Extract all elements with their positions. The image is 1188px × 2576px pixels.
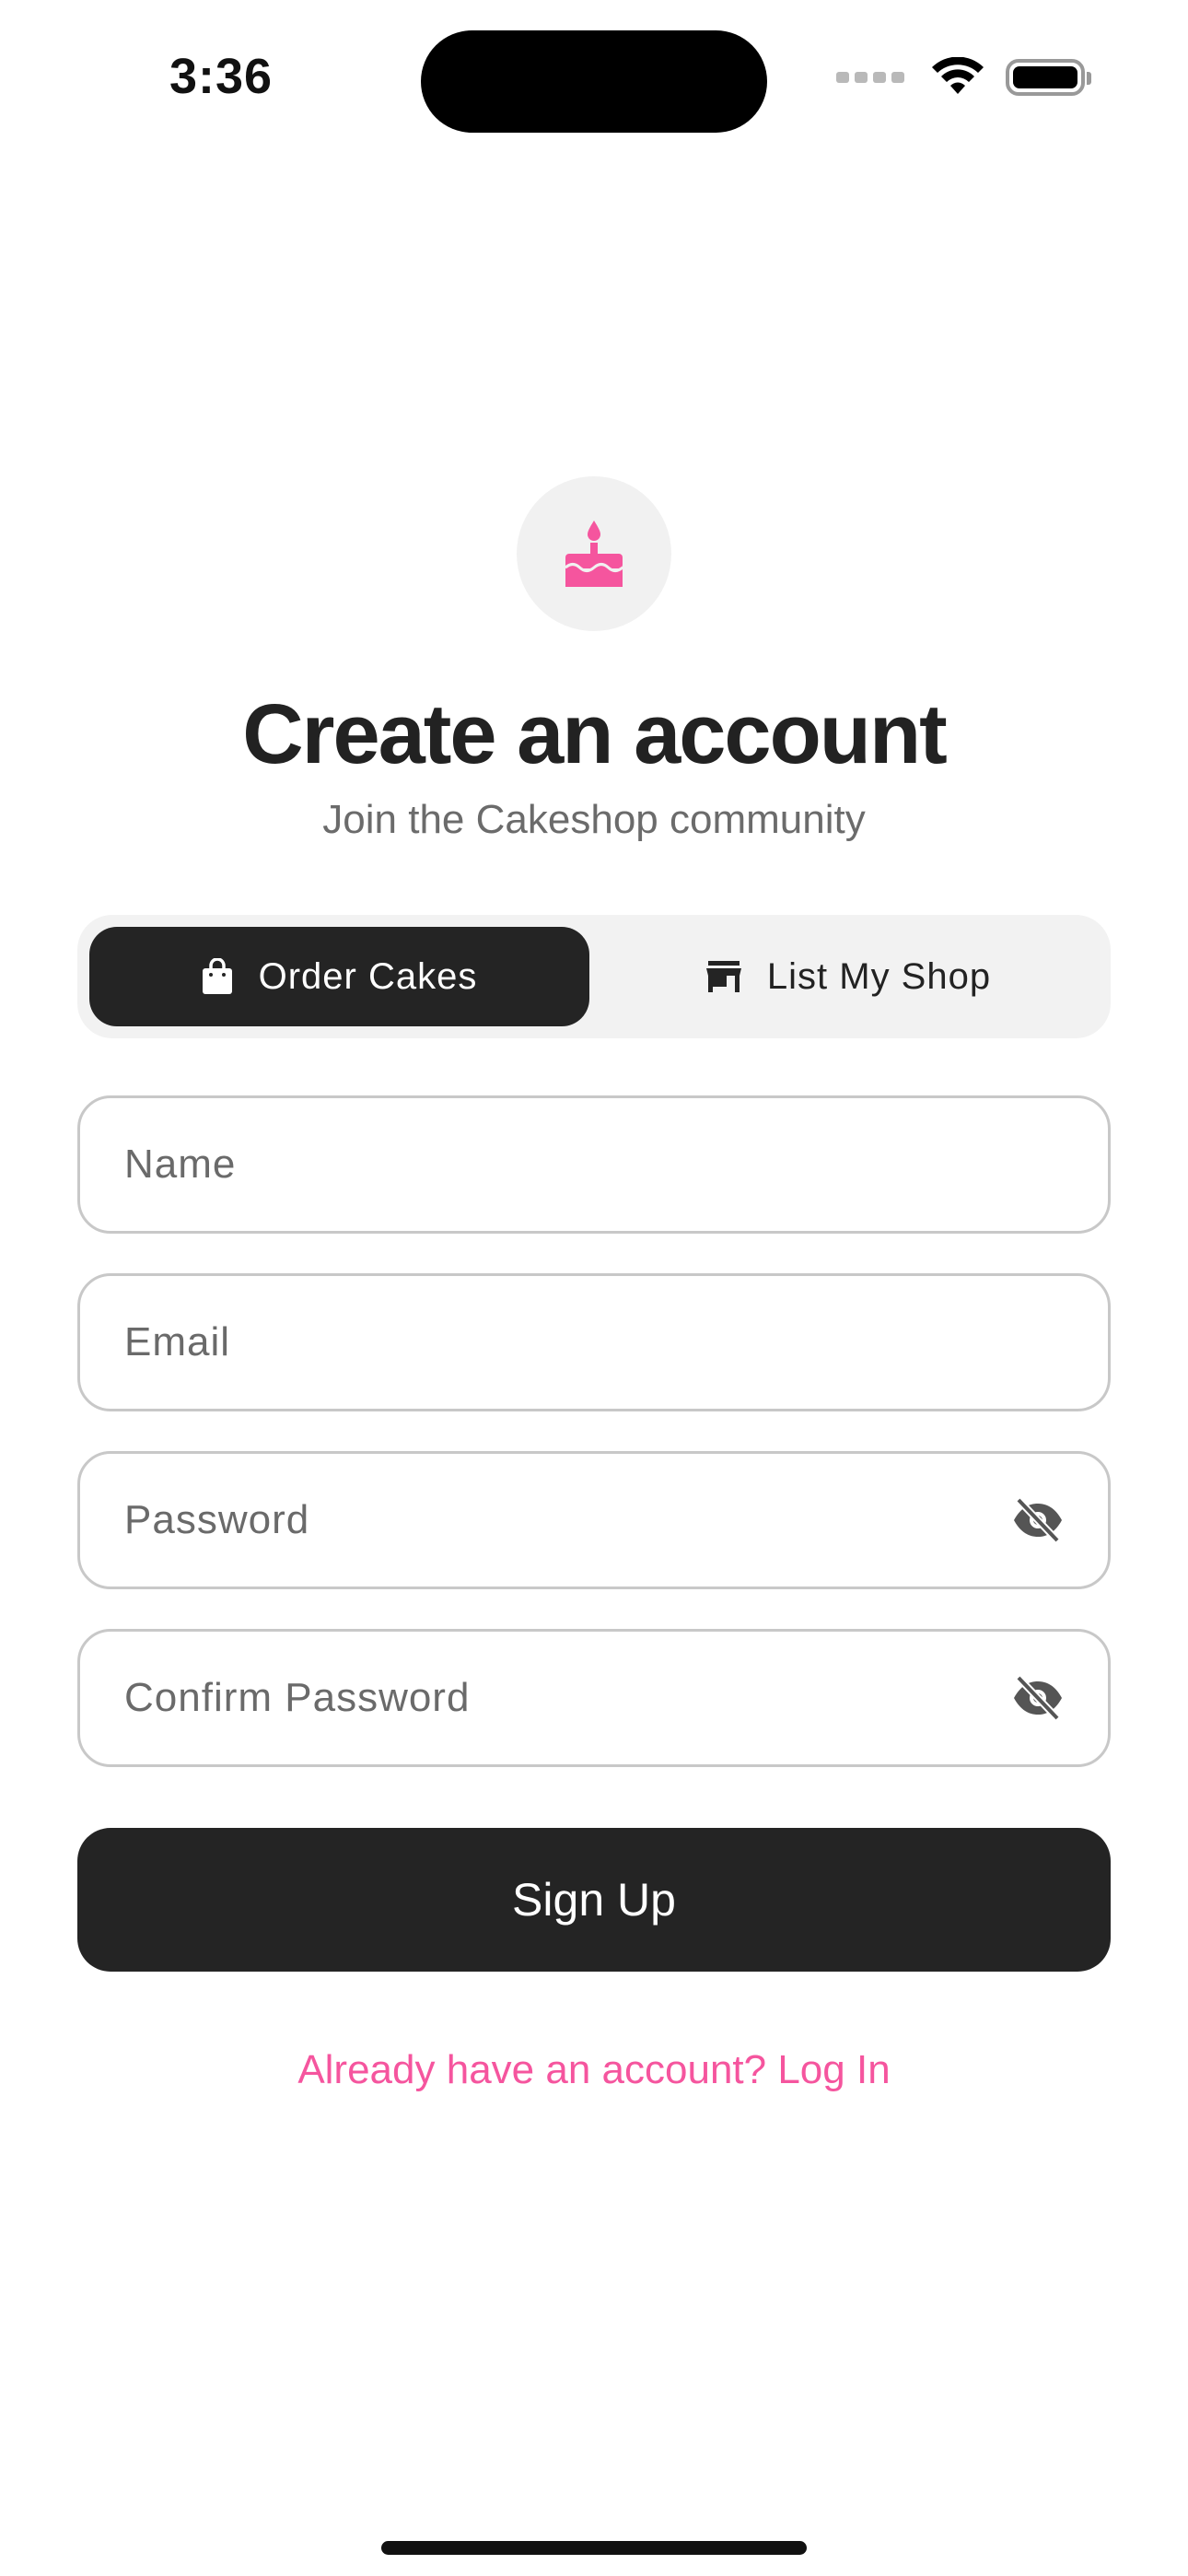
confirm-password-visibility-toggle[interactable] [1010, 1670, 1066, 1726]
status-indicators [836, 57, 1091, 98]
eye-off-icon [1014, 1497, 1062, 1543]
page-subtitle: Join the Cakeshop community [322, 797, 866, 842]
role-toggle: Order Cakes List My Shop [77, 915, 1111, 1038]
confirm-password-input[interactable] [122, 1674, 1010, 1722]
wifi-icon [932, 57, 984, 94]
battery-icon [1006, 59, 1091, 96]
storefront-icon [705, 961, 741, 992]
name-field[interactable] [77, 1095, 1111, 1234]
home-indicator[interactable] [381, 2541, 807, 2555]
app-logo [517, 476, 671, 631]
dynamic-island [421, 30, 767, 133]
eye-off-icon [1014, 1675, 1062, 1721]
status-time: 3:36 [169, 49, 274, 104]
email-input[interactable] [122, 1318, 1066, 1366]
cake-icon [565, 521, 623, 587]
sign-up-button[interactable]: Sign Up [77, 1828, 1111, 1972]
page-title: Create an account [242, 687, 948, 781]
list-my-shop-label: List My Shop [766, 955, 992, 997]
list-my-shop-tab[interactable]: List My Shop [599, 927, 1099, 1026]
name-input[interactable] [122, 1141, 1066, 1188]
password-input[interactable] [122, 1496, 1010, 1544]
order-cakes-label: Order Cakes [258, 955, 478, 997]
password-visibility-toggle[interactable] [1010, 1493, 1066, 1548]
signup-screen: 3:36 Create an account Join the Cakeshop… [0, 0, 1188, 2576]
confirm-password-field[interactable] [77, 1629, 1111, 1767]
shopping-bag-icon [202, 958, 232, 994]
password-field[interactable] [77, 1451, 1111, 1589]
cellular-signal-icon [836, 72, 904, 83]
login-link[interactable]: Already have an account? Log In [0, 2047, 1188, 2093]
order-cakes-tab[interactable]: Order Cakes [89, 927, 589, 1026]
email-field[interactable] [77, 1273, 1111, 1411]
